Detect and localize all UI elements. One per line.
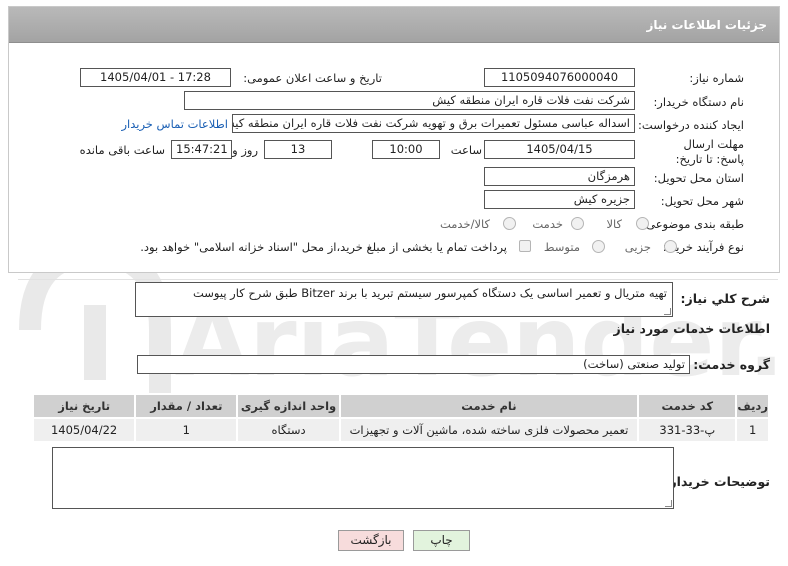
- buyer-org-field: شرکت نفت فلات قاره ایران منطقه کیش: [184, 91, 635, 110]
- request-creator-label: ایجاد کننده درخواست:: [638, 118, 744, 132]
- category-option-service: خدمت: [532, 217, 563, 231]
- summary-text: تهیه متریال و تعمیر اساسی یک دستگاه کمپر…: [192, 286, 667, 300]
- province-label: استان محل تحویل:: [653, 171, 744, 185]
- col-service-name: نام خدمت: [338, 393, 640, 419]
- back-button[interactable]: بازگشت: [338, 530, 404, 551]
- service-group-label: گروه خدمت:: [693, 357, 770, 372]
- purchase-type-option-medium: متوسط: [543, 240, 580, 254]
- deadline-label: مهلت ارسال پاسخ: تا تاریخ:: [675, 137, 744, 166]
- resize-grip-icon[interactable]: [664, 308, 671, 315]
- cell-row-number: 1: [735, 417, 770, 443]
- days-label: روز و: [232, 143, 258, 157]
- cell-need-date: 1405/04/22: [31, 417, 137, 443]
- panel-header: جزئیات اطلاعات نیاز: [9, 7, 779, 43]
- category-radio-goods-service[interactable]: [503, 217, 516, 230]
- announce-date-label: تاریخ و ساعت اعلان عمومی:: [243, 71, 382, 85]
- col-unit: واحد اندازه گیری: [236, 393, 341, 419]
- cell-service-name: تعمیر محصولات فلزی ساخته شده، ماشین آلات…: [338, 417, 640, 443]
- request-creator-field: اسداله عباسی مسئول تعمیرات برق و تهویه ش…: [232, 114, 635, 133]
- cell-service-code: پ-33-331: [637, 417, 738, 443]
- services-table-header: ردیف کد خدمت نام خدمت واحد اندازه گیری ت…: [31, 393, 770, 419]
- panel-title: جزئیات اطلاعات نیاز: [646, 18, 767, 32]
- cell-unit: دستگاه: [236, 417, 341, 443]
- announce-date-field: 1405/04/01 - 17:28: [80, 68, 231, 87]
- services-table: ردیف کد خدمت نام خدمت واحد اندازه گیری ت…: [31, 393, 770, 443]
- resize-grip-icon[interactable]: [665, 500, 672, 507]
- service-group-field: تولید صنعتی (ساخت): [137, 355, 690, 374]
- category-radio-goods[interactable]: [636, 217, 649, 230]
- deadline-time-field: 10:00: [372, 140, 440, 159]
- category-option-goods-service: کالا/خدمت: [439, 217, 490, 231]
- cell-quantity: 1: [134, 417, 239, 443]
- category-option-goods: کالا: [606, 217, 622, 231]
- deadline-date-field: 1405/04/15: [484, 140, 635, 159]
- purchase-type-radio-minor[interactable]: [664, 240, 677, 253]
- remaining-time-label: ساعت باقی مانده: [79, 143, 165, 157]
- remaining-time-field: 15:47:21: [171, 140, 232, 159]
- province-field: هرمزگان: [484, 167, 635, 186]
- purchase-type-option-minor: جزیی: [624, 240, 651, 254]
- section-divider: [18, 279, 778, 280]
- purchase-type-radio-medium[interactable]: [592, 240, 605, 253]
- services-section-title: اطلاعات خدمات مورد نیاز: [613, 321, 771, 336]
- city-label: شهر محل تحویل:: [660, 194, 744, 208]
- col-quantity: تعداد / مقدار: [134, 393, 239, 419]
- treasury-payment-checkbox[interactable]: [519, 240, 531, 252]
- deadline-time-label: ساعت: [450, 143, 482, 157]
- table-row: 1 پ-33-331 تعمیر محصولات فلزی ساخته شده،…: [31, 417, 770, 443]
- need-number-label: شماره نیاز:: [689, 71, 744, 85]
- buyer-org-label: نام دستگاه خریدار:: [653, 95, 744, 109]
- city-field: جزیره کیش: [484, 190, 635, 209]
- buyer-notes-label: توضیحات خریدار:: [664, 474, 770, 489]
- summary-label: شرح کلي نياز:: [680, 291, 770, 306]
- print-button[interactable]: چاپ: [413, 530, 470, 551]
- buyer-contact-link[interactable]: اطلاعات تماس خریدار: [121, 117, 228, 131]
- col-need-date: تاریخ نیاز: [31, 393, 137, 419]
- summary-textarea[interactable]: تهیه متریال و تعمیر اساسی یک دستگاه کمپر…: [135, 282, 673, 317]
- need-number-field: 1105094076000040: [484, 68, 635, 87]
- category-radio-service[interactable]: [571, 217, 584, 230]
- category-label: طبقه بندی موضوعی:: [642, 217, 744, 231]
- col-row-number: ردیف: [735, 393, 770, 419]
- buyer-notes-textarea[interactable]: [52, 447, 674, 509]
- days-remaining-field: 13: [264, 140, 332, 159]
- treasury-payment-note: پرداخت تمام یا بخشی از مبلغ خرید،از محل …: [140, 240, 507, 254]
- col-service-code: کد خدمت: [637, 393, 738, 419]
